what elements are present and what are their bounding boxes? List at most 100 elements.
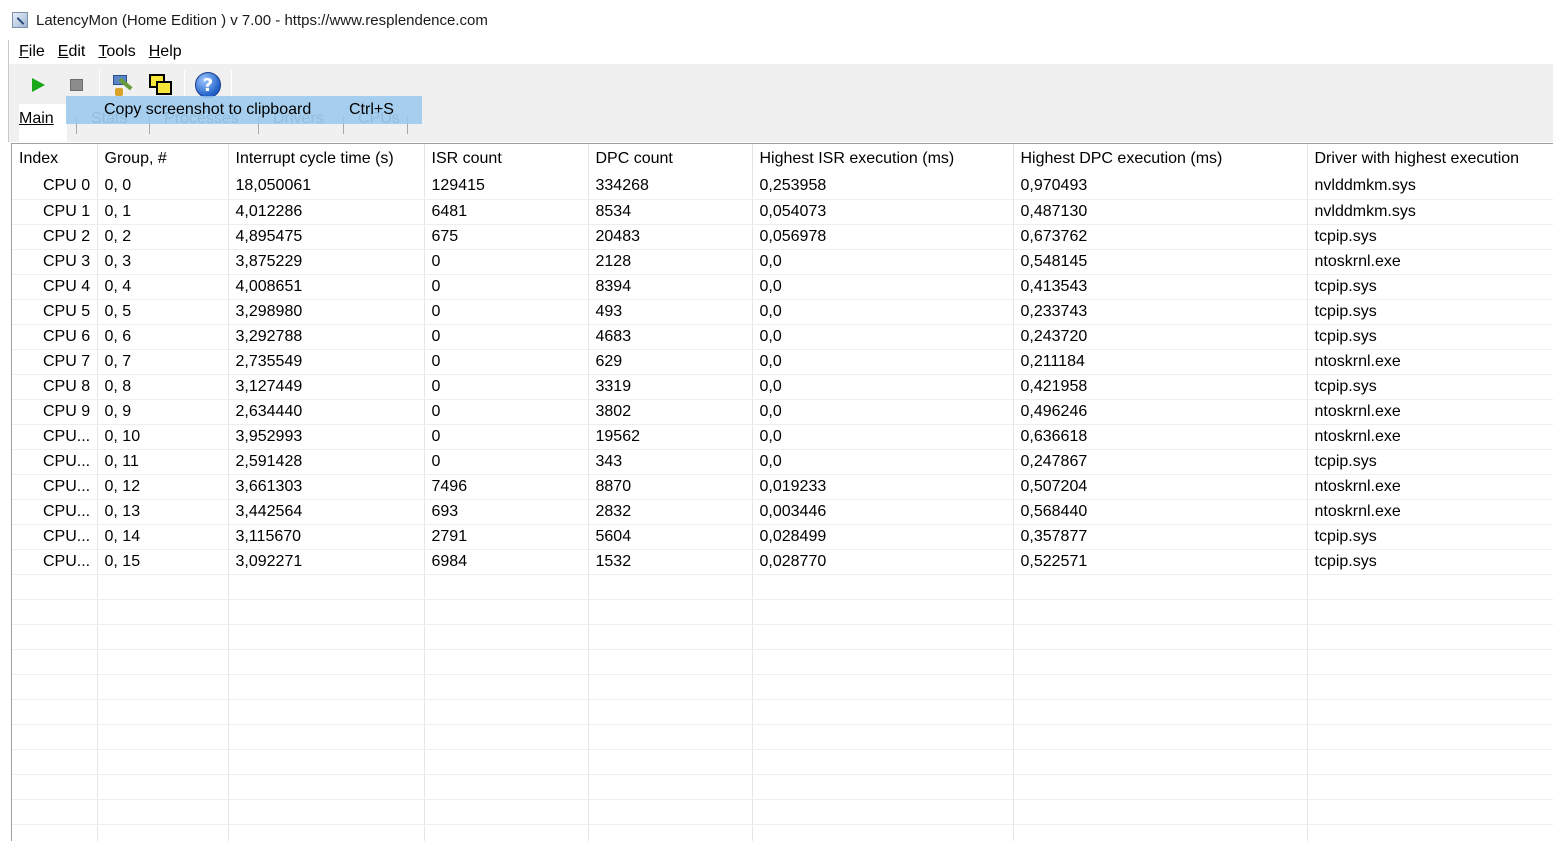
empty-cell xyxy=(588,824,753,841)
table-row[interactable]: CPU... 0, 12 3,661303 7496 8870 0,019233 0,507… xyxy=(12,474,1553,500)
empty-cell xyxy=(12,674,98,700)
empty-cell xyxy=(228,624,425,650)
empty-cell xyxy=(12,799,98,825)
empty-cell xyxy=(1307,799,1553,825)
cell-isr-count: 6984 xyxy=(424,549,589,575)
column-header-dpc-count[interactable]: DPC count xyxy=(588,144,753,174)
empty-cell xyxy=(752,724,1014,750)
menu-edit[interactable]: Edit xyxy=(58,43,86,61)
cell-index: CPU... xyxy=(12,424,98,450)
empty-cell xyxy=(1307,699,1553,725)
empty-row xyxy=(12,774,1553,800)
empty-cell xyxy=(588,699,753,725)
column-header-isr-count[interactable]: ISR count xyxy=(424,144,589,174)
cell-group: 0, 3 xyxy=(97,249,229,275)
cpu-table: Index Group, # Interrupt cycle time (s) … xyxy=(12,144,1553,841)
empty-row xyxy=(12,749,1553,775)
cell-dpc-count: 5604 xyxy=(588,524,753,550)
cell-driver: tcpip.sys xyxy=(1307,274,1553,300)
cell-dpc-count: 8534 xyxy=(588,199,753,225)
cell-driver: nvlddmkm.sys xyxy=(1307,174,1553,200)
menu-help[interactable]: Help xyxy=(149,43,182,61)
column-header-index[interactable]: Index xyxy=(12,144,98,174)
cell-highest-dpc: 0,970493 xyxy=(1013,174,1308,200)
table-row[interactable]: CPU 1 0, 1 4,012286 6481 8534 0,054073 0,48713… xyxy=(12,199,1553,225)
cell-interrupt-cycle-time: 2,634440 xyxy=(228,399,425,425)
empty-cell xyxy=(1307,574,1553,600)
column-header-highest-isr[interactable]: Highest ISR execution (ms) xyxy=(752,144,1014,174)
cell-highest-dpc: 0,487130 xyxy=(1013,199,1308,225)
table-row[interactable]: CPU 9 0, 9 2,634440 0 3802 0,0 0,496246 ntoskrn… xyxy=(12,399,1553,425)
column-header-driver[interactable]: Driver with highest execution xyxy=(1307,144,1553,174)
column-header-highest-dpc[interactable]: Highest DPC execution (ms) xyxy=(1013,144,1308,174)
menu-tools[interactable]: Tools xyxy=(98,43,135,61)
table-row[interactable]: CPU... 0, 10 3,952993 0 19562 0,0 0,636618 ntos… xyxy=(12,424,1553,450)
table-row[interactable]: CPU 0 0, 0 18,050061 129415 334268 0,253958 0,… xyxy=(12,174,1553,200)
table-row[interactable]: CPU... 0, 13 3,442564 693 2832 0,003446 0,5684… xyxy=(12,499,1553,525)
tab-main[interactable]: Main xyxy=(19,104,67,142)
empty-cell xyxy=(424,824,589,841)
empty-cell xyxy=(1307,624,1553,650)
cell-highest-isr: 0,0 xyxy=(752,449,1014,475)
cell-highest-isr: 0,003446 xyxy=(752,499,1014,525)
cell-driver: ntoskrnl.exe xyxy=(1307,424,1553,450)
cell-highest-isr: 0,0 xyxy=(752,399,1014,425)
empty-cell xyxy=(588,599,753,625)
cell-isr-count: 0 xyxy=(424,249,589,275)
cell-isr-count: 0 xyxy=(424,399,589,425)
table-row[interactable]: CPU... 0, 15 3,092271 6984 1532 0,028770 0,522… xyxy=(12,549,1553,575)
empty-row xyxy=(12,799,1553,825)
cell-dpc-count: 19562 xyxy=(588,424,753,450)
cell-highest-dpc: 0,548145 xyxy=(1013,249,1308,275)
empty-cell xyxy=(588,649,753,675)
cell-highest-dpc: 0,247867 xyxy=(1013,449,1308,475)
empty-cell xyxy=(97,749,229,775)
cell-highest-dpc: 0,211184 xyxy=(1013,349,1308,375)
table-row[interactable]: CPU 3 0, 3 3,875229 0 2128 0,0 0,548145 ntoskrn… xyxy=(12,249,1553,275)
column-header-group[interactable]: Group, # xyxy=(97,144,229,174)
table-row[interactable]: CPU 6 0, 6 3,292788 0 4683 0,0 0,243720 tcpip.s… xyxy=(12,324,1553,350)
cell-highest-dpc: 0,243720 xyxy=(1013,324,1308,350)
table-row[interactable]: CPU... 0, 11 2,591428 0 343 0,0 0,247867 tcpip.… xyxy=(12,449,1553,475)
table-row[interactable]: CPU 7 0, 7 2,735549 0 629 0,0 0,211184 ntoskrnl… xyxy=(12,349,1553,375)
cell-driver: tcpip.sys xyxy=(1307,524,1553,550)
window-title: LatencyMon (Home Edition ) v 7.00 - http… xyxy=(36,11,488,29)
empty-cell xyxy=(228,824,425,841)
empty-cell xyxy=(424,649,589,675)
cell-index: CPU... xyxy=(12,449,98,475)
empty-cell xyxy=(424,699,589,725)
empty-cell xyxy=(1307,724,1553,750)
start-button[interactable] xyxy=(23,70,53,100)
cpu-table-view[interactable]: Index Group, # Interrupt cycle time (s) … xyxy=(11,143,1553,841)
cell-interrupt-cycle-time: 4,008651 xyxy=(228,274,425,300)
menu-file[interactable]: File xyxy=(19,43,45,61)
cell-group: 0, 9 xyxy=(97,399,229,425)
empty-cell xyxy=(1013,574,1308,600)
empty-cell xyxy=(228,724,425,750)
cell-index: CPU... xyxy=(12,549,98,575)
empty-cell xyxy=(12,699,98,725)
table-row[interactable]: CPU 4 0, 4 4,008651 0 8394 0,0 0,413543 tcpip.s… xyxy=(12,274,1553,300)
column-header-interrupt-cycle-time[interactable]: Interrupt cycle time (s) xyxy=(228,144,425,174)
table-row[interactable]: CPU... 0, 14 3,115670 2791 5604 0,028499 0,357… xyxy=(12,524,1553,550)
empty-cell xyxy=(1013,799,1308,825)
cell-index: CPU... xyxy=(12,499,98,525)
cell-dpc-count: 3319 xyxy=(588,374,753,400)
empty-cell xyxy=(228,674,425,700)
empty-cell xyxy=(752,699,1014,725)
cell-dpc-count: 8870 xyxy=(588,474,753,500)
empty-cell xyxy=(752,574,1014,600)
table-row[interactable]: CPU 8 0, 8 3,127449 0 3319 0,0 0,421958 tcpip.s… xyxy=(12,374,1553,400)
copy-screenshot-menu-item[interactable]: Copy screenshot to clipboard Ctrl+S xyxy=(66,96,422,124)
empty-cell xyxy=(97,574,229,600)
cell-dpc-count: 493 xyxy=(588,299,753,325)
cell-highest-isr: 0,028770 xyxy=(752,549,1014,575)
menu-item-label: Copy screenshot to clipboard xyxy=(104,101,312,118)
cell-highest-isr: 0,028499 xyxy=(752,524,1014,550)
cell-highest-isr: 0,253958 xyxy=(752,174,1014,200)
cell-highest-isr: 0,0 xyxy=(752,324,1014,350)
table-row[interactable]: CPU 5 0, 5 3,298980 0 493 0,0 0,233743 tcpip.sy… xyxy=(12,299,1553,325)
empty-cell xyxy=(752,649,1014,675)
empty-cell xyxy=(1307,599,1553,625)
table-row[interactable]: CPU 2 0, 2 4,895475 675 20483 0,056978 0,67376… xyxy=(12,224,1553,250)
